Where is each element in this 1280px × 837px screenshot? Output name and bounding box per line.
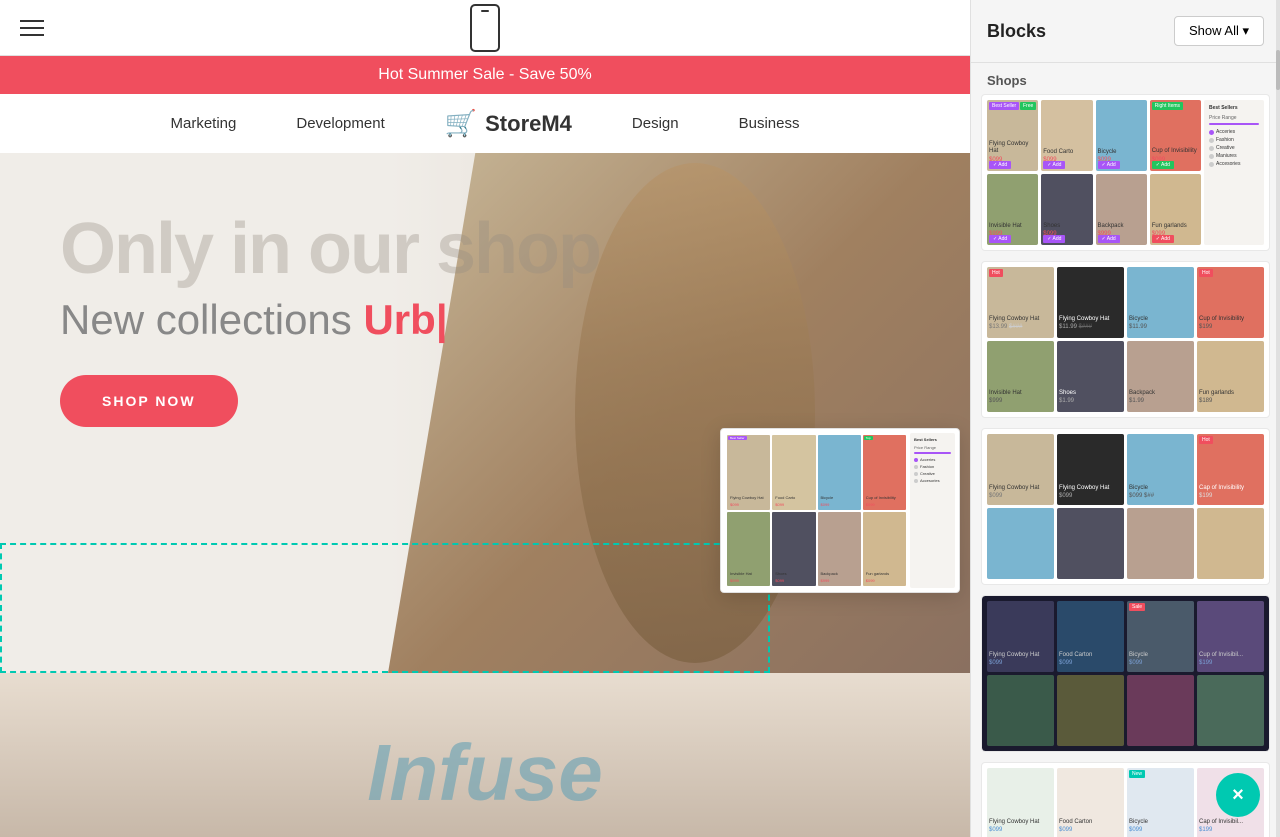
hero-title: Only in our shop	[60, 213, 910, 285]
red-shirt-text: Infuse	[367, 727, 603, 819]
close-icon: ×	[1232, 784, 1244, 807]
mobile-preview-icon[interactable]	[470, 4, 500, 52]
shop-now-button[interactable]: SHOP NOW	[60, 375, 238, 427]
hamburger-menu[interactable]	[20, 20, 44, 36]
hero-subtitle-text: New collections	[60, 296, 363, 343]
hero-subtitle: New collections Urb|	[60, 295, 910, 345]
logo-cart-icon: 🛒	[445, 108, 477, 139]
panel-header: Blocks Show All ▾	[971, 0, 1280, 63]
nav-item-marketing[interactable]: Marketing	[171, 115, 237, 132]
shop-block-1[interactable]: Best Seller Free Flying Cowboy Hat $099 …	[981, 94, 1270, 251]
logo-text: StoreM4	[485, 111, 572, 137]
toolbar	[0, 0, 970, 56]
show-all-button[interactable]: Show All ▾	[1174, 16, 1264, 46]
scrollbar[interactable]	[1276, 0, 1280, 837]
nav-item-development[interactable]: Development	[296, 115, 384, 132]
hero-section: Only in our shop New collections Urb| SH…	[0, 153, 970, 673]
site-content: Hot Summer Sale - Save 50% Marketing Dev…	[0, 56, 970, 837]
red-shirt-section: Infuse	[0, 673, 970, 837]
shop-thumbnail-overlay: Best Seller Flying Cowboy Hat $099 Food …	[720, 428, 960, 593]
announcement-text: Hot Summer Sale - Save 50%	[378, 66, 591, 83]
shop-block-3[interactable]: Flying Cowboy Hat $099 Flying Cowboy Hat…	[981, 428, 1270, 585]
shop-block-2[interactable]: Hot Flying Cowboy Hat $13.99 $### Flying…	[981, 261, 1270, 418]
right-panel: Blocks Show All ▾ Shops Best Seller Free…	[970, 0, 1280, 837]
nav-item-design[interactable]: Design	[632, 115, 679, 132]
nav-item-business[interactable]: Business	[739, 115, 800, 132]
panel-section-shops: Shops	[971, 63, 1280, 94]
hero-cursor: |	[436, 296, 448, 343]
preview-area: Hot Summer Sale - Save 50% Marketing Dev…	[0, 0, 970, 837]
site-navigation: Marketing Development 🛒 StoreM4 Design B…	[0, 94, 970, 153]
panel-title: Blocks	[987, 21, 1046, 42]
shop-block-4[interactable]: Flying Cowboy Hat $099 Food Carton $099 …	[981, 595, 1270, 752]
announcement-bar: Hot Summer Sale - Save 50%	[0, 56, 970, 94]
site-logo[interactable]: 🛒 StoreM4	[445, 108, 572, 139]
hero-highlight: Urb	[363, 296, 435, 343]
panel-scroll-area[interactable]: Best Seller Free Flying Cowboy Hat $099 …	[971, 94, 1280, 837]
close-button[interactable]: ×	[1216, 773, 1260, 817]
scrollbar-thumb[interactable]	[1276, 50, 1280, 90]
